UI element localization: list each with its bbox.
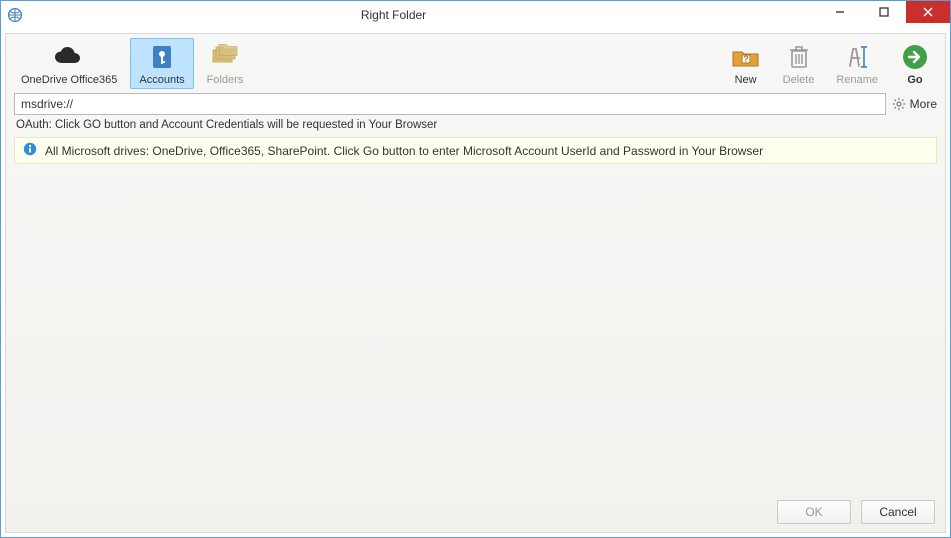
go-label: Go: [907, 74, 922, 86]
titlebar: Right Folder: [1, 1, 950, 29]
window: Right Folder OneDrive Office365 Accounts: [0, 0, 951, 538]
content-area: [6, 164, 945, 492]
rename-icon: [844, 41, 870, 73]
key-icon: [148, 41, 176, 73]
address-input[interactable]: [14, 93, 886, 115]
folders-label: Folders: [207, 74, 244, 86]
oauth-hint: OAuth: Click GO button and Account Crede…: [6, 117, 945, 135]
gear-icon[interactable]: More: [892, 97, 937, 111]
window-buttons: [818, 1, 950, 23]
new-button[interactable]: ? New: [722, 38, 770, 89]
close-button[interactable]: [906, 1, 950, 23]
folders-button: Folders: [198, 38, 253, 89]
cloud-icon: [50, 41, 88, 73]
delete-button: Delete: [774, 38, 824, 89]
toolbar: OneDrive Office365 Accounts Folders ? N: [6, 34, 945, 91]
trash-icon: [787, 41, 811, 73]
folders-icon: [210, 41, 240, 73]
window-title: Right Folder: [0, 8, 818, 22]
rename-button: Rename: [827, 38, 887, 89]
maximize-button[interactable]: [862, 1, 906, 23]
accounts-button[interactable]: Accounts: [130, 38, 193, 89]
new-folder-icon: ?: [731, 41, 761, 73]
toolbar-spacer: [256, 38, 717, 89]
more-label: More: [910, 97, 937, 111]
infobar: All Microsoft drives: OneDrive, Office36…: [14, 137, 937, 164]
infobar-text: All Microsoft drives: OneDrive, Office36…: [45, 144, 763, 158]
rename-label: Rename: [836, 74, 878, 86]
svg-text:?: ?: [743, 54, 749, 64]
dialog-body: OneDrive Office365 Accounts Folders ? N: [5, 33, 946, 533]
new-label: New: [735, 74, 757, 86]
onedrive-label: OneDrive Office365: [21, 74, 117, 86]
address-row: More: [6, 91, 945, 117]
ok-button: OK: [777, 500, 851, 524]
minimize-button[interactable]: [818, 1, 862, 23]
cancel-button[interactable]: Cancel: [861, 500, 935, 524]
footer: OK Cancel: [6, 492, 945, 532]
go-icon: [901, 41, 929, 73]
onedrive-button[interactable]: OneDrive Office365: [12, 38, 126, 89]
accounts-label: Accounts: [139, 74, 184, 86]
go-button[interactable]: Go: [891, 38, 939, 89]
delete-label: Delete: [783, 74, 815, 86]
info-icon: [23, 142, 37, 159]
